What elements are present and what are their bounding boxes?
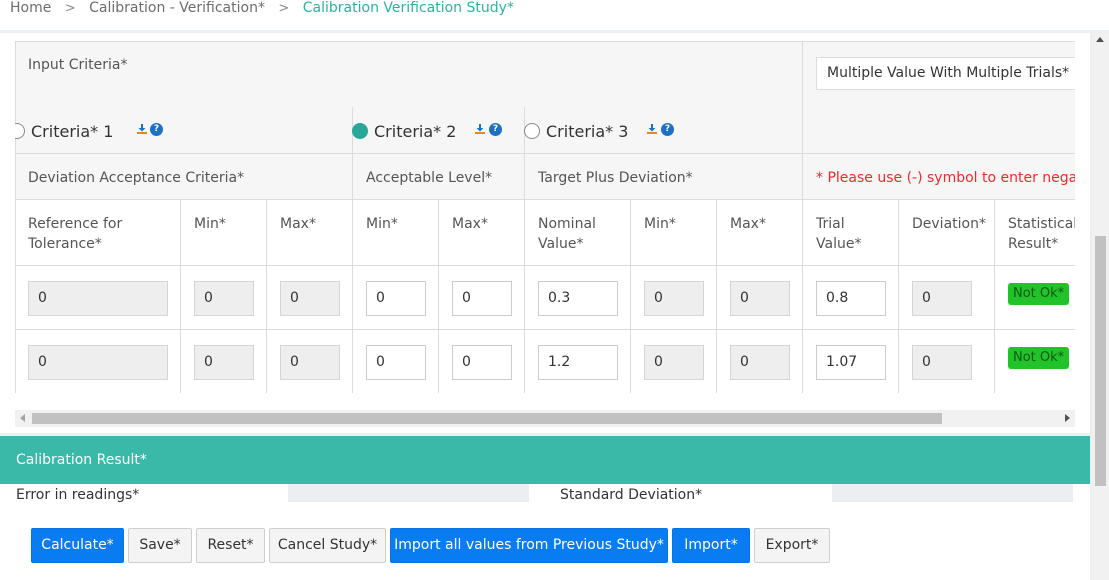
deviation-input-row-2[interactable]: 0	[912, 345, 972, 380]
target-plus-deviation-header: Target Plus Deviation*	[538, 170, 693, 186]
reset-button[interactable]: Reset*	[196, 528, 265, 563]
nominal-value-input-row-2[interactable]: 1.2	[538, 345, 618, 380]
col-deviation-max: Max*	[280, 216, 316, 232]
criteria-3-label: Criteria* 3	[546, 121, 629, 141]
table-horizontal-scrollbar[interactable]	[15, 410, 1075, 427]
radio-button-icon[interactable]	[524, 123, 540, 139]
calibration-result-header: Calibration Result*	[0, 436, 1090, 484]
help-icon[interactable]: ?	[150, 123, 163, 136]
acceptable-max-input-row-1[interactable]: 0	[452, 281, 512, 316]
calculate-button[interactable]: Calculate*	[31, 528, 124, 563]
scroll-up-arrow-icon[interactable]	[1096, 37, 1104, 42]
target-max-input-row-1[interactable]: 0	[730, 281, 790, 316]
chevron-right-icon: >	[64, 1, 76, 16]
download-icon[interactable]	[136, 123, 148, 135]
criteria-3-radio[interactable]: Criteria* 3	[524, 121, 628, 141]
input-criteria-select[interactable]: Multiple Value With Multiple Trials*	[816, 57, 1075, 90]
deviation-max-input-row-1[interactable]: 0	[280, 281, 340, 316]
action-footer: Calculate* Save* Reset* Cancel Study* Im…	[0, 502, 1090, 580]
criteria-card: Input Criteria* Multiple Value With Mult…	[0, 33, 1090, 433]
acceptable-min-input-row-1[interactable]: 0	[366, 281, 426, 316]
breadcrumb-home[interactable]: Home	[10, 0, 51, 16]
radio-button-icon[interactable]	[15, 123, 25, 139]
error-in-readings-value	[288, 484, 529, 502]
nominal-value-input-row-1[interactable]: 0.3	[538, 281, 618, 316]
input-criteria-label: Input Criteria*	[28, 57, 128, 73]
deviation-max-input-row-2[interactable]: 0	[280, 345, 340, 380]
col-trial-value: Trial Value*	[816, 216, 862, 252]
deviation-acceptance-header: Deviation Acceptance Criteria*	[28, 170, 245, 186]
col-acceptable-min: Min*	[366, 216, 398, 232]
standard-deviation-label: Standard Deviation*	[560, 487, 703, 502]
deviation-input-row-1[interactable]: 0	[912, 281, 972, 316]
target-max-input-row-2[interactable]: 0	[730, 345, 790, 380]
radio-button-checked-icon[interactable]	[352, 123, 368, 139]
help-icon[interactable]: ?	[489, 123, 502, 136]
col-target-min: Min*	[644, 216, 676, 232]
help-icon[interactable]: ?	[661, 123, 674, 136]
top-bar: Home > Calibration - Verification* > Cal…	[0, 0, 1109, 30]
page-scrollbar[interactable]	[1092, 33, 1109, 580]
import-all-from-previous-study-button[interactable]: Import all values from Previous Study*	[390, 528, 668, 563]
criteria-1-radio[interactable]: Criteria* 1	[15, 121, 113, 141]
col-target-max: Max*	[730, 216, 766, 232]
chevron-right-icon: >	[278, 1, 290, 16]
negative-value-warning: * Please use (-) symbol to enter negativ…	[816, 170, 1075, 186]
trial-value-input-row-2[interactable]: 1.07	[816, 345, 886, 380]
standard-deviation-value	[832, 484, 1073, 502]
trial-value-input-row-1[interactable]: 0.8	[816, 281, 886, 316]
target-min-input-row-2[interactable]: 0	[644, 345, 704, 380]
col-nominal-value: Nominal Value*	[538, 216, 596, 252]
criteria-2-label: Criteria* 2	[374, 121, 457, 141]
col-deviation-min: Min*	[194, 216, 226, 232]
statistical-result-badge-row-1: Not Ok*	[1008, 283, 1070, 305]
import-button[interactable]: Import*	[672, 528, 750, 563]
download-icon[interactable]	[646, 123, 658, 135]
breadcrumb: Home > Calibration - Verification* > Cal…	[10, 0, 514, 18]
reference-input-row-1[interactable]: 0	[28, 281, 168, 316]
acceptable-max-input-row-2[interactable]: 0	[452, 345, 512, 380]
target-min-input-row-1[interactable]: 0	[644, 281, 704, 316]
table-scroll-thumb[interactable]	[32, 413, 942, 424]
acceptable-min-input-row-2[interactable]: 0	[366, 345, 426, 380]
scroll-left-arrow-icon[interactable]	[20, 414, 25, 422]
col-deviation: Deviation*	[912, 216, 986, 232]
statistical-result-badge-row-2: Not Ok*	[1008, 347, 1070, 369]
deviation-min-input-row-1[interactable]: 0	[194, 281, 254, 316]
save-button[interactable]: Save*	[128, 528, 192, 563]
breadcrumb-calibration-verification[interactable]: Calibration - Verification*	[89, 0, 265, 16]
cancel-study-button[interactable]: Cancel Study*	[269, 528, 386, 563]
reference-input-row-2[interactable]: 0	[28, 345, 168, 380]
acceptable-level-header: Acceptable Level*	[366, 170, 493, 186]
download-icon[interactable]	[474, 123, 486, 135]
breadcrumb-current: Calibration Verification Study*	[302, 0, 514, 16]
scroll-right-arrow-icon[interactable]	[1065, 414, 1070, 422]
criteria-table: Input Criteria* Multiple Value With Mult…	[15, 41, 1075, 393]
calibration-result-body: Error in readings* Standard Deviation*	[0, 484, 1090, 502]
deviation-min-input-row-2[interactable]: 0	[194, 345, 254, 380]
col-statistical-result: Statistical Result*	[1008, 216, 1075, 252]
col-acceptable-max: Max*	[452, 216, 488, 232]
page-scroll-thumb[interactable]	[1095, 236, 1106, 486]
export-button[interactable]: Export*	[754, 528, 830, 563]
col-reference-for-tolerance: Reference for Tolerance*	[28, 216, 123, 252]
criteria-1-label: Criteria* 1	[31, 121, 114, 141]
criteria-2-radio[interactable]: Criteria* 2	[352, 121, 456, 141]
error-in-readings-label: Error in readings*	[16, 487, 140, 502]
